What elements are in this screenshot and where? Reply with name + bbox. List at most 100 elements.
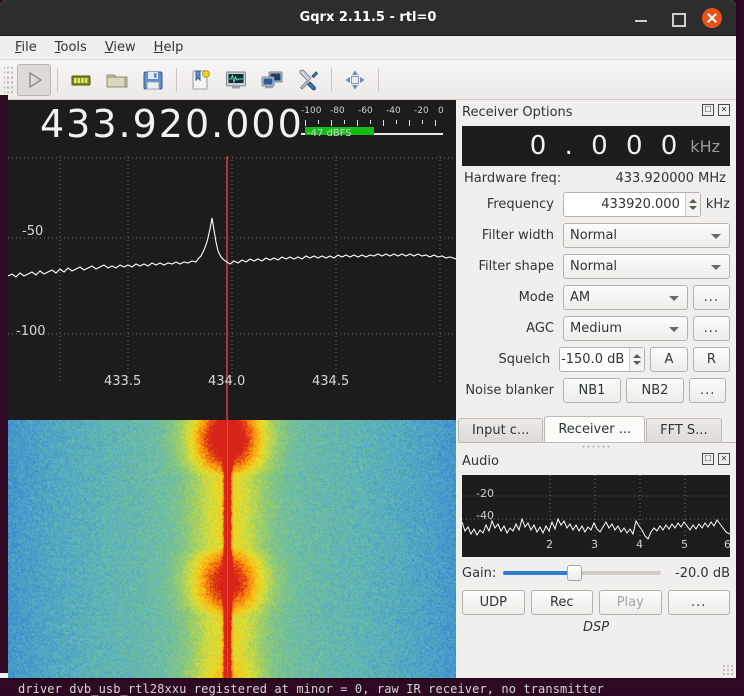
load-settings-button[interactable] — [100, 64, 134, 96]
spectrum-x-tick-label: 434.5 — [312, 374, 350, 389]
remote-control-button[interactable] — [255, 64, 289, 96]
menu-help[interactable]: Help — [145, 38, 193, 57]
menu-bar: File Tools View Help — [0, 36, 736, 60]
offset-value: 0 . 0 0 0 — [529, 131, 683, 161]
agc-options-button[interactable]: ... — [692, 316, 730, 341]
udp-button[interactable]: UDP — [462, 590, 525, 615]
menu-view-label: iew — [113, 40, 136, 55]
filter-shape-label: Filter shape — [478, 259, 554, 274]
filter-shape-value: Normal — [570, 259, 618, 274]
squelch-spinbox[interactable]: -150.0 dB — [559, 347, 646, 372]
stepper-down-icon[interactable] — [633, 361, 642, 365]
minimize-icon[interactable] — [632, 9, 650, 27]
agc-label: AGC — [526, 321, 554, 336]
filter-shape-select[interactable]: Normal — [563, 254, 730, 279]
menu-file-label: ile — [21, 40, 37, 55]
signal-strength-meter: -100 -80 -60 -40 -20 0 -47 dBFS — [301, 106, 444, 139]
rf-spectrum-plot[interactable]: -50 -100 433.5 434.0 434.5 — [8, 156, 456, 420]
hardware-freq-label: Hardware freq: — [464, 171, 562, 186]
frequency-spinbox[interactable]: 433920.000 — [563, 192, 701, 217]
menu-file[interactable]: File — [6, 38, 46, 57]
audio-x-tick-label: 4 — [636, 538, 643, 551]
menu-view[interactable]: View — [96, 38, 145, 57]
iq-recorder-button[interactable] — [219, 64, 253, 96]
close-icon[interactable] — [702, 8, 722, 28]
mode-row: Mode AM ... — [462, 285, 730, 310]
chevron-down-icon — [668, 296, 679, 301]
smeter-tick-label: 0 — [438, 106, 444, 116]
toolbar-drag-handle[interactable] — [4, 66, 14, 93]
smeter-value-label: -47 dBFS — [307, 128, 352, 139]
frequency-stepper[interactable] — [684, 193, 700, 216]
stepper-up-icon[interactable] — [633, 354, 642, 358]
close-dock-icon[interactable]: ✕ — [718, 104, 730, 116]
offset-unit: kHz — [690, 136, 720, 156]
stepper-down-icon[interactable] — [688, 206, 697, 210]
squelch-row: Squelch -150.0 dB A R — [462, 347, 731, 372]
audio-y-tick-label: -20 — [476, 487, 494, 500]
gain-slider-fill — [503, 571, 575, 575]
mode-select[interactable]: AM — [563, 285, 688, 310]
close-dock-icon[interactable]: ✕ — [718, 453, 730, 465]
frequency-unit: kHz — [705, 197, 730, 212]
float-dock-icon[interactable]: ☐ — [702, 104, 714, 116]
maximize-icon[interactable] — [668, 9, 686, 27]
device-config-button[interactable] — [64, 64, 98, 96]
noise-blanker-options-button[interactable]: ... — [689, 378, 727, 403]
filter-width-select[interactable]: Normal — [563, 223, 730, 248]
frequency-offset-display[interactable]: 0 . 0 0 0 kHz — [462, 126, 730, 166]
tab-fft-settings[interactable]: FFT S... — [646, 418, 722, 442]
main-frequency-display[interactable]: 433.920.000 — [40, 102, 304, 146]
nb2-button[interactable]: NB2 — [626, 378, 684, 403]
smeter-tick-label: -20 — [414, 106, 429, 116]
agc-select[interactable]: Medium — [563, 316, 688, 341]
spectrum-x-tick-label: 434.0 — [208, 374, 246, 389]
toolbar — [0, 60, 736, 100]
configure-button[interactable] — [291, 64, 325, 96]
gain-slider[interactable] — [503, 564, 661, 582]
squelch-value[interactable]: -150.0 dB — [560, 352, 629, 367]
menu-tools[interactable]: Tools — [46, 38, 96, 57]
toolbar-separator — [57, 67, 58, 92]
chevron-down-icon — [711, 265, 721, 270]
audio-spectrum-plot[interactable]: -20 -40 2 3 4 5 6 — [462, 475, 730, 557]
play-button[interactable]: Play — [599, 590, 662, 615]
squelch-auto-button[interactable]: A — [650, 347, 688, 372]
toolbar-separator — [176, 67, 177, 92]
stepper-up-icon[interactable] — [688, 199, 697, 203]
audio-x-tick-label: 2 — [546, 538, 553, 551]
smeter-tick-label: -40 — [386, 106, 401, 116]
waterfall-plot[interactable] — [8, 420, 456, 678]
window-title: Gqrx 2.11.5 - rtl=0 — [299, 10, 437, 25]
tab-input-controls[interactable]: Input c... — [458, 418, 544, 442]
rec-button[interactable]: Rec — [530, 590, 593, 615]
bookmarks-button[interactable] — [183, 64, 217, 96]
audio-dock-header: Audio ☐ ✕ — [456, 449, 736, 473]
menu-tools-label: ools — [60, 40, 87, 55]
toolbar-separator — [378, 67, 379, 92]
float-dock-icon[interactable]: ☐ — [702, 453, 714, 465]
mode-value: AM — [570, 290, 591, 305]
audio-y-tick-label: -40 — [476, 509, 494, 522]
start-dsp-button[interactable] — [17, 63, 51, 96]
waterfall-cursor-line — [227, 420, 228, 678]
gain-slider-handle[interactable] — [567, 565, 583, 581]
audio-options-button[interactable]: ... — [667, 590, 730, 615]
audio-x-tick-label: 6 — [724, 538, 730, 551]
save-settings-button[interactable] — [136, 64, 170, 96]
dock-pane: Receiver Options ☐ ✕ 0 . 0 0 0 kHz Hardw… — [456, 100, 736, 678]
resize-grip[interactable] — [722, 664, 734, 676]
frequency-row: Frequency 433920.000 kHz — [462, 192, 730, 217]
squelch-reset-button[interactable]: R — [692, 347, 731, 372]
squelch-stepper[interactable] — [629, 348, 645, 371]
gain-label: Gain: — [462, 565, 497, 581]
nb1-button[interactable]: NB1 — [563, 378, 621, 403]
tab-receiver-options[interactable]: Receiver ... — [544, 416, 646, 442]
hardware-freq-value: 433.920000 MHz — [615, 171, 726, 186]
spectrum-x-tick-label: 433.5 — [104, 374, 142, 389]
mode-options-button[interactable]: ... — [692, 285, 730, 310]
fullscreen-button[interactable] — [338, 64, 372, 96]
chevron-down-icon — [668, 327, 679, 332]
spectrum-y-tick-label: -100 — [16, 324, 46, 339]
frequency-input-value[interactable]: 433920.000 — [564, 197, 685, 212]
